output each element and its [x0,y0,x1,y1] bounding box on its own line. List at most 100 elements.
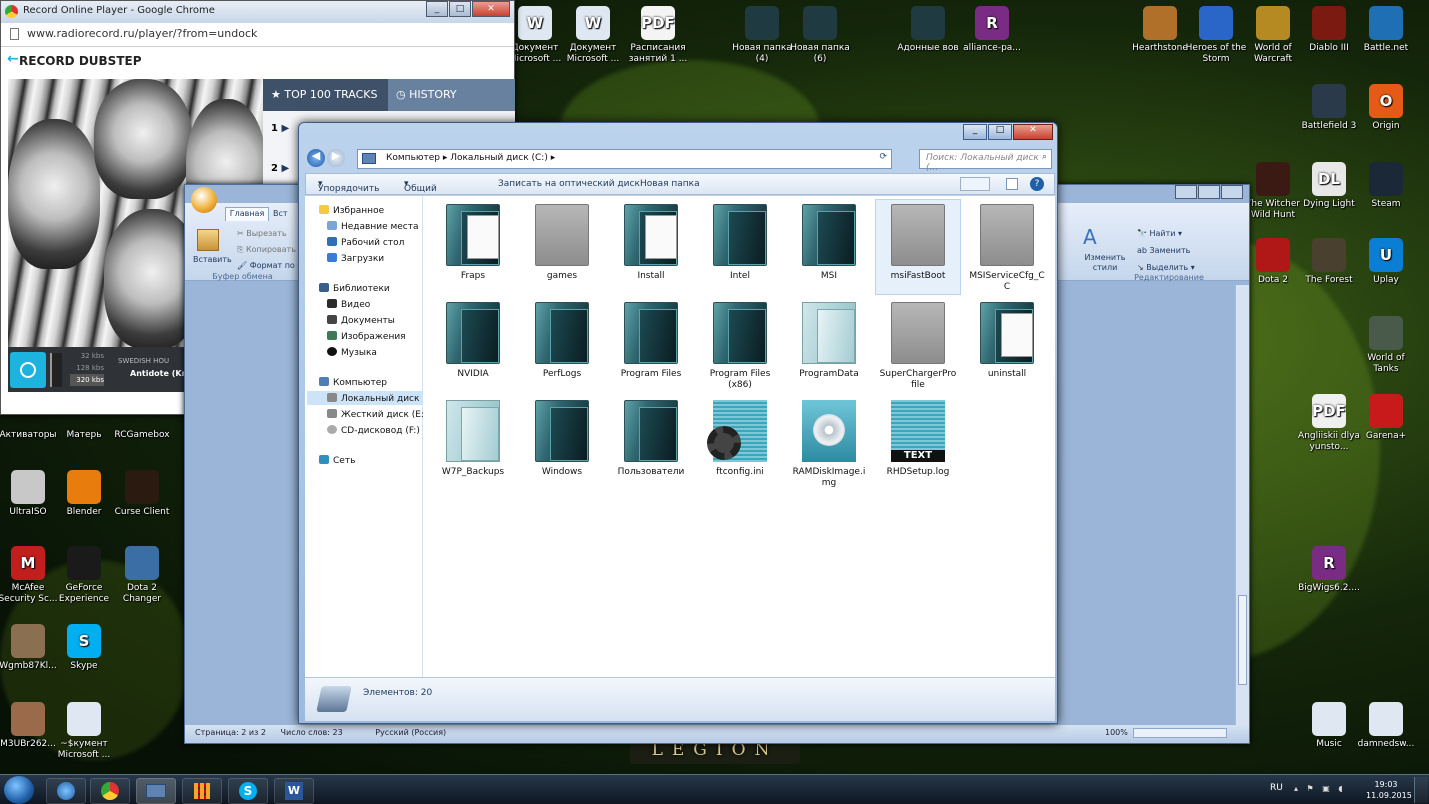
desktop-icon-diablo-icon[interactable]: Diablo III [1297,6,1361,54]
track-row[interactable]: 2 ▶ [271,163,289,174]
nav-desktop[interactable]: Рабочий стол [327,237,404,248]
file-item[interactable]: Windows [520,396,604,490]
desktop-icon-winrar-icon[interactable]: Ralliance-pa... [960,6,1024,54]
desktop-icon-app-icon[interactable]: RCGamebox [110,430,174,441]
zoom-slider[interactable] [1133,728,1227,738]
close-button[interactable]: ✕ [472,1,510,17]
chrome-titlebar[interactable]: Record Online Player - Google Chrome _ □ ✕ [1,1,514,23]
nav-drive-f[interactable]: CD-дисковод (F:) [327,425,420,436]
nav-downloads[interactable]: Загрузки [327,253,384,264]
replace-button[interactable]: ab Заменить [1137,246,1190,255]
desktop-icon-heroes-icon[interactable]: Heroes of the Storm [1184,6,1248,65]
file-item[interactable]: ftconfig.ini [698,396,782,490]
desktop-icon-origin-icon[interactable]: O Origin [1354,84,1418,132]
close-button[interactable] [1221,185,1243,199]
file-item[interactable]: TEXT RHDSetup.log [876,396,960,490]
bitrate-option[interactable]: 128 kbs [70,362,104,374]
cut-button[interactable]: ✂ Вырезать [237,229,287,238]
desktop-icon-pdf-icon[interactable]: PDF Angliiskii dlya yunsto... [1297,394,1361,453]
file-item[interactable]: RAMDiskImage.i mg [787,396,871,490]
minimize-button[interactable] [1175,185,1197,199]
pause-button[interactable] [10,352,46,388]
tab-insert[interactable]: Вст [273,209,288,218]
file-item[interactable]: SuperChargerPro file [876,298,960,392]
format-painter-button[interactable]: 🖌 Формат по о [237,261,302,270]
file-item[interactable]: ProgramData [787,298,871,392]
new-folder-button[interactable]: Новая папка [640,179,700,189]
nav-network[interactable]: Сеть [319,455,355,466]
find-button[interactable]: 🔭 Найти ▾ [1137,229,1182,238]
change-styles-button[interactable]: Изменить стили [1081,253,1129,273]
file-item[interactable]: Intel [698,200,782,294]
maximize-button[interactable]: □ [449,1,471,17]
nav-music[interactable]: Музыка [327,347,377,358]
clock[interactable]: 19:03 11.09.2015 [1366,779,1412,801]
taskbar-ie[interactable] [46,778,86,804]
file-item[interactable]: Fraps [431,200,515,294]
desktop-icon-folder-icon[interactable]: Новая папка (6) [788,6,852,65]
view-options-button[interactable] [960,177,990,191]
file-item[interactable]: Program Files (x86) [698,298,782,392]
address-bar[interactable]: www.radiorecord.ru/player/?from=undock [1,23,514,47]
desktop-icon-dota-changer-icon[interactable]: Dota 2 Changer [110,546,174,605]
desktop-icon-word-doc-icon[interactable]: damnedsw... [1354,702,1418,750]
desktop-icon-mcafee-icon[interactable]: M McAfee Security Sc... [0,546,60,605]
file-item[interactable]: Install [609,200,693,294]
file-item[interactable]: msiFastBoot [875,199,961,295]
desktop-icon-geforce-icon[interactable]: GeForce Experience [52,546,116,605]
burn-button[interactable]: Записать на оптический диск [498,179,640,189]
track-row[interactable]: 1 ▶ [271,123,289,134]
organize-button[interactable]: Упорядочить ▾ [318,179,379,194]
tab-home[interactable]: Главная [225,207,269,221]
file-item[interactable]: W7P_Backups [431,396,515,490]
file-item[interactable]: PerfLogs [520,298,604,392]
taskbar-chrome[interactable] [90,778,130,804]
preview-pane-icon[interactable] [1006,178,1018,190]
minimize-button[interactable]: _ [963,124,987,140]
file-item[interactable]: MSI [787,200,871,294]
paste-button[interactable]: Вставить [193,255,232,264]
desktop-icon-battlefield-icon[interactable]: Battlefield 3 [1297,84,1361,132]
start-button[interactable] [4,776,34,804]
maximize-button[interactable]: □ [988,124,1012,140]
tab-top100[interactable]: ★ TOP 100 TRACKS [263,79,388,111]
volume-slider[interactable] [50,353,62,387]
forward-button[interactable]: ▶ [327,149,345,167]
nav-computer[interactable]: Компьютер [319,377,387,388]
minimize-button[interactable]: _ [426,1,448,17]
office-button[interactable] [191,187,217,213]
explorer-window[interactable]: _ □ ✕ ◀ ▶ Компьютер ▸ Локальный диск (C:… [298,122,1058,724]
desktop-icon-image-icon[interactable]: M3UBr262... [0,702,60,750]
taskbar-skype[interactable]: S [228,778,268,804]
desktop-icon-ultraiso-icon[interactable]: UltraISO [0,470,60,518]
desktop-icon-wow-icon[interactable]: World of Warcraft [1241,6,1305,65]
bitrate-option[interactable]: 32 kbs [70,350,104,362]
close-button[interactable]: ✕ [1013,124,1053,140]
desktop-icon-pdf-icon[interactable]: PDF Расписания занятий 1 ... [626,6,690,65]
copy-button[interactable]: ⎘ Копировать [237,245,296,255]
back-button[interactable]: ◀ [307,149,325,167]
paste-icon[interactable] [197,229,219,251]
tray-icons[interactable]: ▴ ⚑ ▣ ◖ [1294,784,1346,793]
desktop-icon-curse-icon[interactable]: Curse Client [110,470,174,518]
nav-drive-c[interactable]: Локальный диск (C [307,391,432,405]
taskbar-explorer[interactable] [136,778,176,804]
file-item[interactable]: MSIServiceCfg_C C [965,200,1049,294]
desktop-icon-uplay-icon[interactable]: U Uplay [1354,238,1418,286]
nav-drive-e[interactable]: Жесткий диск (E:) [327,409,427,420]
nav-video[interactable]: Видео [327,299,370,310]
desktop-icon-garena-icon[interactable]: Garena+ [1354,394,1418,442]
file-item[interactable]: Пользователи [609,396,693,490]
desktop-icon-dyinglight-icon[interactable]: DL Dying Light [1297,162,1361,210]
desktop-icon-blender-icon[interactable]: Blender [52,470,116,518]
refresh-icon[interactable]: ⟳ [879,152,887,162]
select-button[interactable]: ↘ Выделить ▾ [1137,263,1195,272]
breadcrumb-drive[interactable]: Локальный диск (C:) [450,153,548,163]
desktop-icon-dota-icon[interactable]: Dota 2 [1241,238,1305,286]
nav-documents[interactable]: Документы [327,315,395,326]
desktop-icon-wot-icon[interactable]: World of Tanks [1354,316,1418,375]
search-input[interactable]: Поиск: Локальный диск (... ⌕ [919,149,1052,173]
desktop-icon-folder-icon[interactable]: Music [1297,702,1361,750]
desktop-icon-image-icon[interactable]: Wgmb87Kl... [0,624,60,672]
desktop-icon-skype-icon[interactable]: S Skype [52,624,116,672]
